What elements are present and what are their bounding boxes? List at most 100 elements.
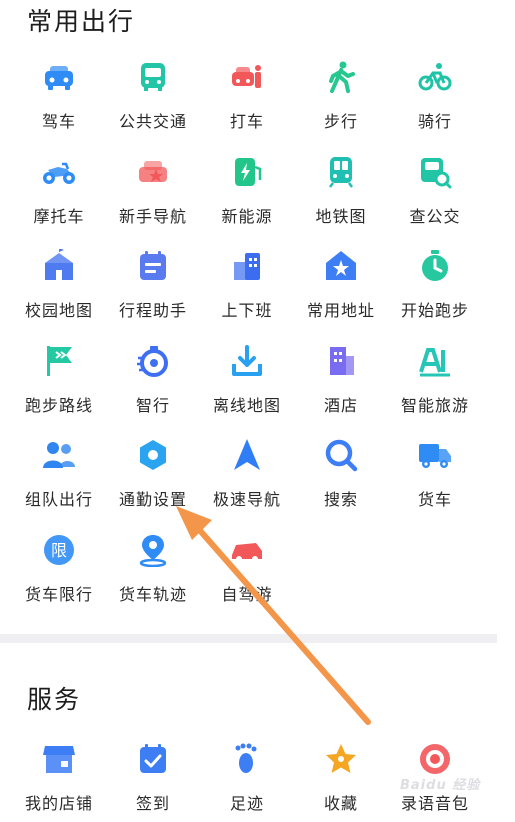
menu-item-star[interactable]: 收藏: [294, 732, 388, 822]
self-drive-car-icon: [230, 533, 264, 567]
menu-item-label: 签到: [135, 794, 170, 813]
team-icon: [42, 438, 76, 472]
menu-item-label: 酒店: [323, 395, 358, 415]
menu-item-label: 骑行: [417, 112, 452, 131]
subway-icon: [324, 155, 358, 189]
restriction-icon: 限: [42, 533, 76, 567]
menu-item-charging[interactable]: 新能源: [200, 145, 294, 235]
section-divider: [0, 634, 497, 643]
menu-item-label: 打车: [229, 112, 264, 131]
section-title-service: 服务: [27, 685, 82, 714]
walk-icon: [324, 60, 358, 94]
search-icon: [324, 438, 358, 472]
menu-item-search[interactable]: 搜索: [294, 428, 388, 518]
ai-tour-icon: [418, 344, 452, 378]
menu-item-label: 自驾游: [221, 584, 273, 604]
menu-item-label: 足迹: [229, 794, 264, 813]
menu-item-navigation-arrow[interactable]: 极速导航: [200, 428, 294, 518]
menu-item-bike[interactable]: 骑行: [388, 50, 482, 140]
svg-text:限: 限: [51, 541, 67, 560]
menu-item-taxi[interactable]: 打车: [200, 50, 294, 140]
menu-item-label: 搜索: [323, 490, 358, 509]
menu-item-label: 跑步路线: [24, 395, 93, 415]
menu-item-shop[interactable]: 我的店铺: [12, 732, 106, 822]
menu-item-subway[interactable]: 地铁图: [294, 145, 388, 235]
menu-item-label: 通勤设置: [118, 490, 187, 509]
menu-item-motorcycle[interactable]: 摩托车: [12, 145, 106, 235]
menu-item-stopwatch[interactable]: 开始跑步: [388, 239, 482, 329]
menu-item-label: 智能旅游: [400, 395, 469, 415]
menu-item-label: 上下班: [221, 301, 273, 320]
stopwatch-icon: [418, 249, 452, 283]
bus-icon: [136, 60, 170, 94]
navigation-arrow-icon: [230, 438, 264, 472]
menu-item-label: 校园地图: [24, 301, 93, 320]
speed-timer-icon: [136, 344, 170, 378]
watermark: Baidu 经验: [400, 778, 481, 793]
menu-item-label: 收藏: [323, 794, 358, 813]
menu-item-label: 组队出行: [24, 490, 93, 509]
menu-item-label: 摩托车: [33, 206, 85, 226]
menu-item-label: 极速导航: [212, 490, 281, 509]
menu-item-label: 步行: [323, 112, 358, 131]
truck-icon: [418, 438, 452, 472]
menu-item-label: 地铁图: [315, 206, 367, 226]
menu-item-label: 新能源: [221, 206, 273, 226]
car-icon: [42, 60, 76, 94]
menu-item-truck[interactable]: 货车: [388, 428, 482, 518]
menu-item-label: 离线地图: [212, 395, 281, 415]
menu-item-footprint[interactable]: 足迹: [200, 732, 294, 822]
menu-item-label: 新手导航: [118, 206, 187, 226]
novice-car-icon: [136, 155, 170, 189]
menu-item-label: 公共交通: [118, 112, 187, 131]
bus-search-icon: [418, 155, 452, 189]
menu-item-self-drive-car[interactable]: 自驾游: [200, 523, 294, 613]
menu-item-location-track[interactable]: 货车轨迹: [106, 523, 200, 613]
section-title-travel: 常用出行: [27, 7, 136, 36]
menu-item-label: 货车: [417, 490, 452, 509]
checkin-calendar-icon: [136, 742, 170, 776]
menu-item-team[interactable]: 组队出行: [12, 428, 106, 518]
menu-item-download[interactable]: 离线地图: [200, 334, 294, 424]
shop-icon: [42, 742, 76, 776]
star-icon: [324, 742, 358, 776]
menu-item-label: 货车限行: [24, 584, 93, 604]
menu-item-home-star[interactable]: 常用地址: [294, 239, 388, 329]
menu-item-label: 常用地址: [306, 301, 375, 320]
campus-icon: [42, 248, 76, 283]
menu-item-flag[interactable]: 跑步路线: [12, 334, 106, 424]
menu-item-label: 驾车: [41, 112, 76, 131]
menu-item-label: 查公交: [409, 206, 461, 226]
menu-item-label: 录语音包: [400, 794, 469, 813]
menu-item-bus-search[interactable]: 查公交: [388, 145, 482, 235]
menu-item-campus[interactable]: 校园地图: [12, 239, 106, 329]
menu-item-commute-buildings[interactable]: 上下班: [200, 239, 294, 329]
menu-item-bus[interactable]: 公共交通: [106, 50, 200, 140]
hotel-icon: [324, 344, 358, 378]
bike-icon: [418, 60, 452, 94]
menu-item-walk[interactable]: 步行: [294, 50, 388, 140]
footprint-icon: [230, 742, 264, 776]
menu-item-hexagon-gear[interactable]: 通勤设置: [106, 428, 200, 518]
menu-item-label: 我的店铺: [24, 794, 93, 813]
home-star-icon: [324, 249, 358, 283]
menu-item-label: 行程助手: [118, 301, 187, 320]
menu-item-label: 开始跑步: [400, 301, 469, 320]
motorcycle-icon: [42, 155, 76, 189]
menu-item-checkin-calendar[interactable]: 签到: [106, 732, 200, 822]
menu-item-speed-timer[interactable]: 智行: [106, 334, 200, 424]
commute-buildings-icon: [230, 249, 264, 283]
flag-icon: [42, 344, 76, 378]
menu-item-label: 货车轨迹: [118, 584, 187, 604]
charging-icon: [230, 155, 264, 189]
menu-item-ai-tour[interactable]: 智能旅游: [388, 334, 482, 424]
menu-item-hotel[interactable]: 酒店: [294, 334, 388, 424]
hexagon-gear-icon: [136, 438, 170, 472]
menu-item-calendar[interactable]: 行程助手: [106, 239, 200, 329]
menu-item-car[interactable]: 驾车: [12, 50, 106, 140]
menu-item-restriction[interactable]: 限货车限行: [12, 523, 106, 613]
record-icon: [418, 742, 452, 776]
menu-item-novice-car[interactable]: 新手导航: [106, 145, 200, 235]
menu-item-label: 智行: [135, 395, 170, 415]
download-icon: [230, 344, 264, 378]
